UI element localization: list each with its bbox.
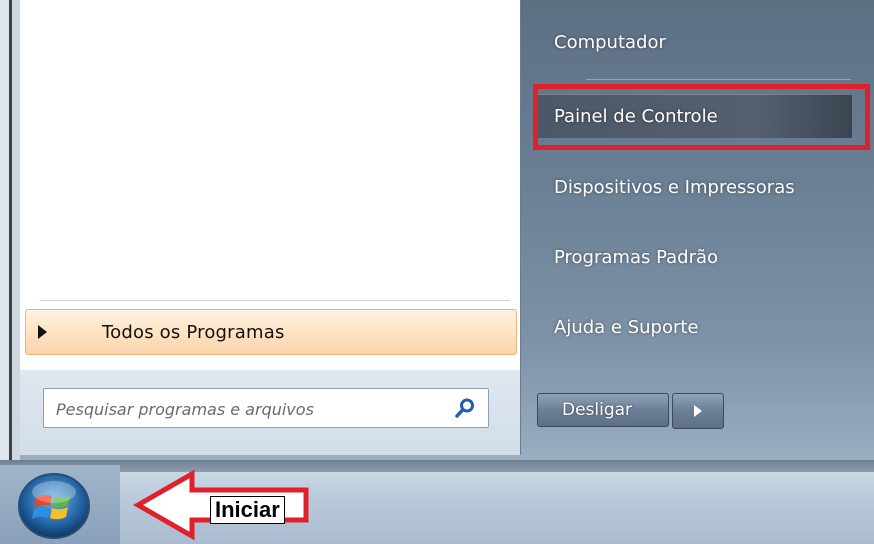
search-input[interactable] [54,389,438,429]
shutdown-options-button[interactable] [672,393,724,429]
shutdown-label: Desligar [562,400,633,420]
search-box[interactable] [43,388,489,429]
search-icon[interactable] [454,397,476,419]
menu-item-label: Computador [554,31,666,53]
menu-item-ajuda-e-suporte[interactable]: Ajuda e Suporte [534,305,852,349]
menu-item-label: Ajuda e Suporte [554,316,699,338]
triangle-right-icon [38,325,47,339]
search-area [20,370,520,455]
shutdown-button[interactable]: Desligar [537,393,669,427]
menu-item-computador[interactable]: Computador [534,20,852,64]
menu-item-label: Programas Padrão [554,246,719,268]
chevron-right-icon [694,405,702,417]
highlight-rectangle [533,84,870,150]
menu-item-label: Dispositivos e Impressoras [554,176,795,198]
menu-separator [586,79,851,80]
iniciar-annotation-label: Iniciar [210,496,285,524]
all-programs-button[interactable]: Todos os Programas [25,309,517,355]
programs-separator [40,300,510,301]
menu-item-programas-padrao[interactable]: Programas Padrão [534,235,852,279]
all-programs-label: Todos os Programas [102,321,285,343]
window-left-edge [0,0,20,460]
places-pane: Computador Painel de Controle Dispositiv… [521,0,874,460]
windows-start-orb-icon[interactable] [16,472,92,540]
menu-item-dispositivos-e-impressoras[interactable]: Dispositivos e Impressoras [534,165,852,209]
